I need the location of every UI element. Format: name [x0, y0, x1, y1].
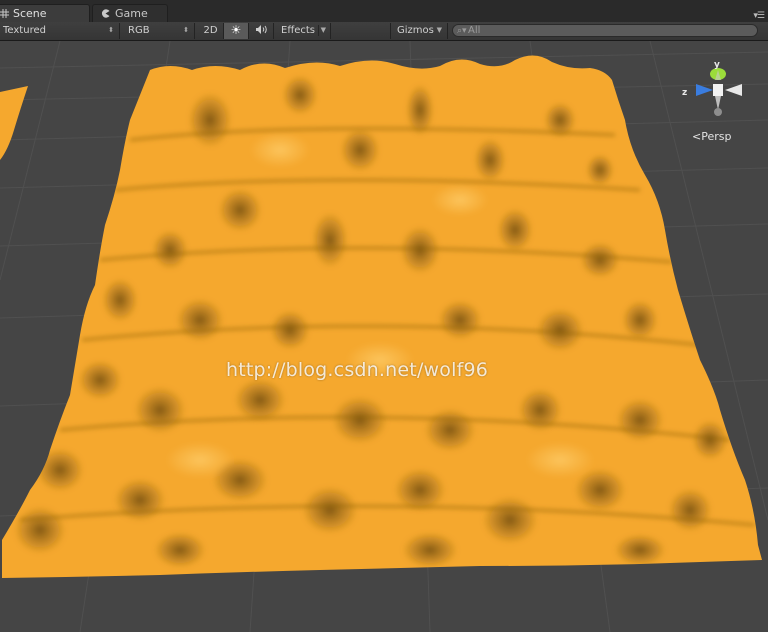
color-mode-dropdown[interactable]: RGB ⬍: [121, 23, 195, 39]
search-icon: ⌕▾: [457, 26, 467, 36]
tab-scene-label: Scene: [13, 7, 47, 20]
tab-game[interactable]: Game: [92, 4, 168, 22]
gizmos-dropdown[interactable]: Gizmos ▼: [390, 23, 448, 39]
tab-scene[interactable]: Scene: [0, 4, 90, 22]
gizmos-label: Gizmos: [397, 25, 434, 36]
scene-lighting-toggle[interactable]: ☀: [224, 23, 249, 39]
tab-game-label: Game: [115, 7, 148, 20]
updown-arrow-icon: ⬍: [183, 26, 189, 34]
projection-toggle[interactable]: <Persp: [692, 130, 731, 143]
render-mode-label: Textured: [3, 25, 46, 36]
view-2d-label: 2D: [203, 25, 218, 36]
sun-icon: ☀: [230, 23, 242, 37]
terrain-edge-left: [0, 86, 28, 160]
updown-arrow-icon: ⬍: [108, 26, 114, 34]
gizmo-axis-z-label: z: [682, 88, 687, 98]
terrain-mesh: [2, 55, 762, 579]
scene-viewport[interactable]: y z http://blog.csdn.net/wolf96 <Persp: [0, 41, 768, 632]
chevron-down-icon: ▼: [436, 26, 442, 34]
scene-grid-icon: [0, 9, 9, 18]
hierarchy-search-field[interactable]: ⌕▾: [452, 24, 758, 37]
tab-bar: Scene Game ▾☰: [0, 0, 768, 23]
chevron-down-icon: ▼: [320, 26, 326, 34]
panel-menu-icon[interactable]: ▾☰: [753, 11, 765, 21]
effects-dropdown[interactable]: Effects ▼: [275, 23, 331, 39]
render-mode-dropdown[interactable]: Textured ⬍: [0, 23, 120, 39]
search-input[interactable]: [468, 25, 748, 36]
perspective-icon: <: [692, 130, 702, 143]
effects-split-divider: [318, 25, 319, 36]
scene-audio-toggle[interactable]: [250, 23, 274, 39]
effects-label: Effects: [281, 25, 315, 36]
watermark-url: http://blog.csdn.net/wolf96: [226, 359, 489, 381]
gizmo-axis-y-label: y: [714, 60, 720, 70]
projection-label: Persp: [701, 130, 732, 143]
game-pacman-icon: [101, 9, 110, 18]
scene-render: y z: [0, 41, 768, 632]
orientation-gizmo: [696, 68, 742, 116]
view-2d-toggle[interactable]: 2D: [198, 23, 224, 39]
color-mode-label: RGB: [128, 25, 150, 36]
speaker-icon: [255, 25, 267, 34]
